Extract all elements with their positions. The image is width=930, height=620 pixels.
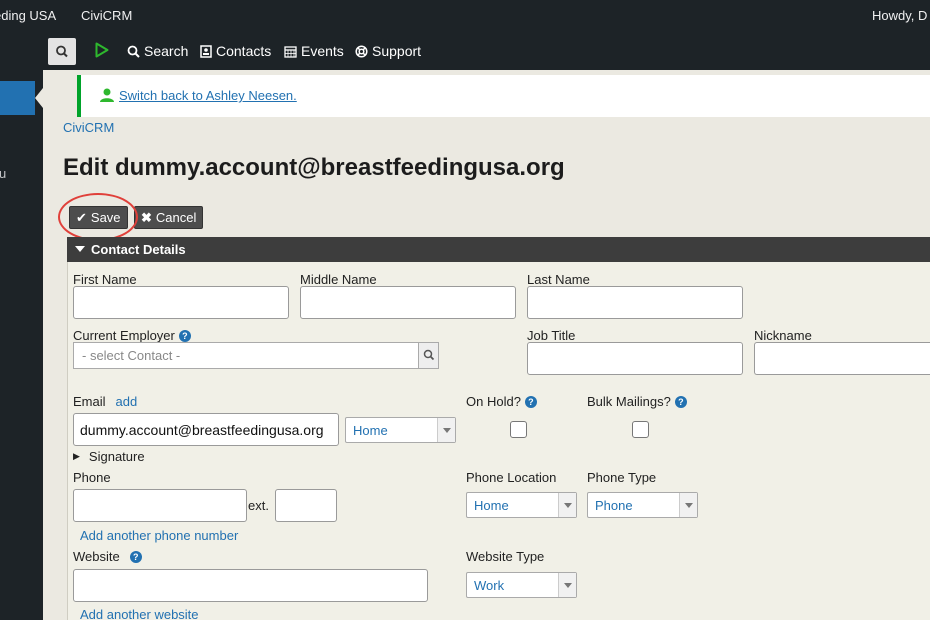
chevron-down-icon — [558, 573, 576, 597]
current-employer-label-text: Current Employer — [73, 328, 175, 343]
menu-item-events[interactable]: Events — [284, 43, 344, 59]
help-icon[interactable]: ? — [674, 395, 687, 408]
email-label-text: Email — [73, 394, 106, 409]
contact-details-header[interactable]: Contact Details — [67, 237, 930, 262]
phone-type-select[interactable]: Phone — [587, 492, 698, 518]
active-item-arrow — [35, 88, 43, 108]
on-hold-checkbox[interactable] — [510, 421, 527, 438]
site-name-link[interactable]: eding USA — [0, 8, 56, 23]
middle-name-input[interactable] — [300, 286, 516, 319]
phone-location-select[interactable]: Home — [466, 492, 577, 518]
menu-item-label: Events — [301, 43, 344, 59]
search-icon — [56, 45, 68, 58]
help-icon[interactable]: ? — [524, 395, 537, 408]
save-button[interactable]: ✔ Save — [69, 206, 128, 229]
wp-admin-bar: eding USA CiviCRM Howdy, D — [0, 0, 930, 30]
civicrm-logo-icon[interactable] — [95, 42, 109, 58]
website-input[interactable] — [73, 569, 428, 602]
website-label: Website ? — [73, 549, 142, 564]
phone-location-label: Phone Location — [466, 470, 557, 485]
signature-label: Signature — [88, 449, 145, 464]
search-icon — [127, 45, 140, 58]
help-icon[interactable]: ? — [129, 550, 142, 563]
current-employer-label: Current Employer ? — [73, 328, 191, 343]
sidebar-item-civicrm[interactable] — [0, 81, 35, 115]
wp-admin-sidebar: u — [0, 30, 43, 620]
lifebuoy-icon — [355, 44, 368, 58]
bulk-mailings-label-text: Bulk Mailings? — [587, 394, 671, 409]
phone-ext-label: ext. — [248, 498, 269, 513]
menu-item-support[interactable]: Support — [355, 43, 421, 59]
calendar-icon — [284, 45, 297, 58]
menu-item-label: Support — [372, 43, 422, 59]
caret-right-icon: ▶ — [73, 451, 80, 461]
civicrm-menubar: Search Contacts Events Support — [43, 30, 930, 70]
phone-type-label: Phone Type — [587, 470, 657, 485]
chevron-down-icon — [437, 418, 455, 442]
current-employer-select[interactable]: - select Contact - — [73, 342, 439, 369]
breadcrumb[interactable]: CiviCRM — [63, 120, 114, 135]
website-type-value: Work — [474, 577, 505, 593]
last-name-label: Last Name — [527, 272, 590, 287]
chevron-down-icon — [679, 493, 697, 517]
quicksearch-button[interactable] — [48, 38, 76, 65]
sidebar-item-partial-label[interactable]: u — [0, 166, 6, 181]
add-website-link[interactable]: Add another website — [80, 607, 199, 620]
website-type-label: Website Type — [466, 549, 545, 564]
contact-card-icon — [200, 44, 212, 58]
bulk-mailings-label: Bulk Mailings? ? — [587, 394, 687, 409]
user-icon — [100, 88, 114, 102]
nickname-label: Nickname — [754, 328, 812, 343]
first-name-input[interactable] — [73, 286, 289, 319]
phone-type-value: Phone — [595, 497, 633, 513]
email-label: Email add — [73, 394, 137, 409]
switch-user-notice: Switch back to Ashley Neesen. — [77, 75, 930, 117]
last-name-input[interactable] — [527, 286, 743, 319]
first-name-label: First Name — [73, 272, 137, 287]
job-title-label: Job Title — [527, 328, 576, 343]
current-employer-placeholder: - select Contact - — [82, 348, 181, 363]
menu-item-contacts[interactable]: Contacts — [200, 43, 271, 59]
email-add-link[interactable]: add — [116, 394, 138, 409]
email-input[interactable]: dummy.account@breastfeedingusa.org — [73, 413, 339, 446]
caret-down-icon — [75, 246, 85, 252]
menu-item-search[interactable]: Search — [127, 43, 188, 59]
website-type-select[interactable]: Work — [466, 572, 577, 598]
user-greeting[interactable]: Howdy, D — [872, 8, 927, 23]
add-phone-link[interactable]: Add another phone number — [80, 528, 238, 543]
civicrm-admin-link[interactable]: CiviCRM — [81, 8, 132, 23]
phone-input[interactable] — [73, 489, 247, 522]
job-title-input[interactable] — [527, 342, 743, 375]
phone-ext-input[interactable] — [275, 489, 337, 522]
on-hold-label: On Hold? ? — [466, 394, 537, 409]
bulk-mailings-checkbox[interactable] — [632, 421, 649, 438]
page-title: Edit dummy.account@breastfeedingusa.org — [63, 154, 565, 181]
middle-name-label: Middle Name — [300, 272, 377, 287]
section-title: Contact Details — [91, 242, 186, 257]
check-icon: ✔ — [76, 209, 87, 225]
save-button-label: Save — [90, 210, 121, 225]
phone-label: Phone — [73, 470, 111, 485]
menu-item-label: Contacts — [216, 43, 272, 59]
menu-item-label: Search — [144, 43, 189, 59]
search-icon — [418, 343, 438, 368]
website-label-text: Website — [73, 549, 120, 564]
signature-toggle[interactable]: ▶ Signature — [73, 449, 145, 464]
help-icon[interactable]: ? — [178, 329, 191, 342]
nickname-input[interactable] — [754, 342, 930, 375]
cancel-button-label: Cancel — [155, 210, 197, 225]
email-location-value: Home — [353, 422, 388, 438]
phone-location-value: Home — [474, 497, 509, 513]
cancel-button[interactable]: ✖ Cancel — [134, 206, 203, 229]
chevron-down-icon — [558, 493, 576, 517]
switch-back-link[interactable]: Switch back to Ashley Neesen. — [119, 88, 297, 103]
close-icon: ✖ — [141, 209, 152, 225]
email-location-select[interactable]: Home — [345, 417, 456, 443]
on-hold-label-text: On Hold? — [466, 394, 521, 409]
